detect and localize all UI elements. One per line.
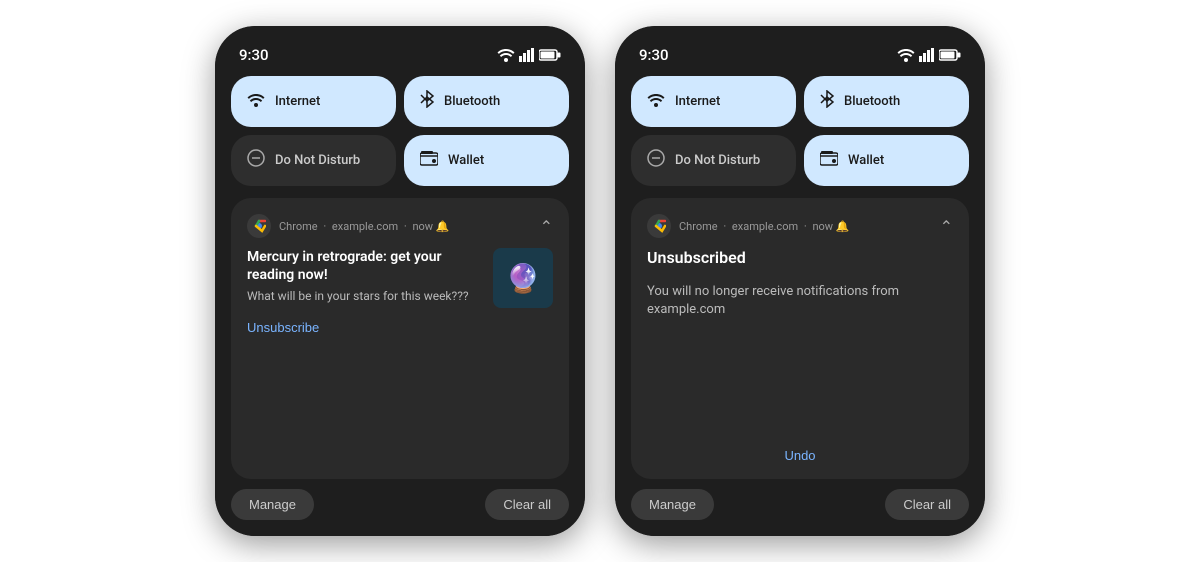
status-icons-right (897, 48, 961, 62)
manage-button-right[interactable]: Manage (631, 489, 714, 520)
tile-internet-left[interactable]: Internet (231, 76, 396, 127)
tile-internet-right[interactable]: Internet (631, 76, 796, 127)
signal-icon-right (919, 48, 935, 62)
wallet-tile-icon-right (820, 150, 838, 171)
tile-bluetooth-right[interactable]: Bluetooth (804, 76, 969, 127)
notif-header-info-right: Chrome · example.com · now 🔔 (647, 214, 850, 238)
status-time-left: 9:30 (239, 46, 269, 64)
notif-action-left: Unsubscribe (247, 317, 483, 336)
status-time-right: 9:30 (639, 46, 669, 64)
wifi-icon-right (897, 48, 915, 62)
tile-donotdisturb-right[interactable]: Do Not Disturb (631, 135, 796, 186)
tile-wallet-label-left: Wallet (448, 153, 484, 168)
bluetooth-tile-icon-right (820, 90, 834, 113)
clear-all-button-left[interactable]: Clear all (485, 489, 569, 520)
status-bar-left: 9:30 (231, 42, 569, 76)
battery-icon-right (939, 49, 961, 61)
phones-container: 9:30 (0, 0, 1200, 562)
tile-wallet-right[interactable]: Wallet (804, 135, 969, 186)
tile-donotdisturb-label-right: Do Not Disturb (675, 153, 760, 168)
notif-header-right: Chrome · example.com · now 🔔 ⌃ (647, 214, 953, 238)
manage-button-left[interactable]: Manage (231, 489, 314, 520)
notif-subtitle-left: What will be in your stars for this week… (247, 288, 483, 305)
notif-image-left: 🔮 (493, 248, 553, 308)
tile-bluetooth-label-right: Bluetooth (844, 94, 900, 109)
tile-wallet-label-right: Wallet (848, 153, 884, 168)
tile-bluetooth-left[interactable]: Bluetooth (404, 76, 569, 127)
notif-meta-right: Chrome · example.com · now 🔔 (679, 220, 850, 233)
notif-collapse-left[interactable]: ⌃ (540, 217, 553, 236)
undo-button-right[interactable]: Undo (647, 448, 953, 463)
signal-icon (519, 48, 535, 62)
notification-card-left: Chrome · example.com · now 🔔 ⌃ Mercury i… (231, 198, 569, 479)
notification-card-right: Chrome · example.com · now 🔔 ⌃ Unsubscri… (631, 198, 969, 479)
status-icons-left (497, 48, 561, 62)
quick-tiles-right: Internet Bluetooth (631, 76, 969, 186)
notif-collapse-right[interactable]: ⌃ (940, 217, 953, 236)
bluetooth-tile-icon-left (420, 90, 434, 113)
donotdisturb-tile-icon-right (647, 149, 665, 172)
donotdisturb-tile-icon-left (247, 149, 265, 172)
wifi-tile-icon-right (647, 91, 665, 112)
chrome-icon-left (247, 214, 271, 238)
chrome-icon-right (647, 214, 671, 238)
notif-meta-left: Chrome · example.com · now 🔔 (279, 220, 450, 233)
quick-tiles-left: Internet Bluetooth (231, 76, 569, 186)
wallet-tile-icon-left (420, 150, 438, 171)
notif-text-left: Mercury in retrograde: get your reading … (247, 248, 483, 463)
unsubscribe-button-left[interactable]: Unsubscribe (247, 320, 319, 335)
notif-header-left: Chrome · example.com · now 🔔 ⌃ (247, 214, 553, 238)
phone-left: 9:30 (215, 26, 585, 536)
phone-right: 9:30 (615, 26, 985, 536)
battery-icon (539, 49, 561, 61)
bottom-bar-left: Manage Clear all (231, 489, 569, 520)
tile-donotdisturb-left[interactable]: Do Not Disturb (231, 135, 396, 186)
notif-title-left: Mercury in retrograde: get your reading … (247, 248, 483, 284)
tile-donotdisturb-label-left: Do Not Disturb (275, 153, 360, 168)
clear-all-button-right[interactable]: Clear all (885, 489, 969, 520)
notif-unsubscribed-title-right: Unsubscribed (647, 248, 953, 267)
status-bar-right: 9:30 (631, 42, 969, 76)
notif-body-left: Mercury in retrograde: get your reading … (247, 248, 553, 463)
bottom-bar-right: Manage Clear all (631, 489, 969, 520)
tile-wallet-left[interactable]: Wallet (404, 135, 569, 186)
tile-internet-label-right: Internet (675, 94, 720, 109)
tile-internet-label-left: Internet (275, 94, 320, 109)
notif-header-info-left: Chrome · example.com · now 🔔 (247, 214, 450, 238)
notif-unsubscribed-body-right: You will no longer receive notifications… (647, 283, 953, 428)
notif-body-right: Unsubscribed You will no longer receive … (647, 248, 953, 463)
wifi-tile-icon-left (247, 91, 265, 112)
tile-bluetooth-label-left: Bluetooth (444, 94, 500, 109)
wifi-icon (497, 48, 515, 62)
